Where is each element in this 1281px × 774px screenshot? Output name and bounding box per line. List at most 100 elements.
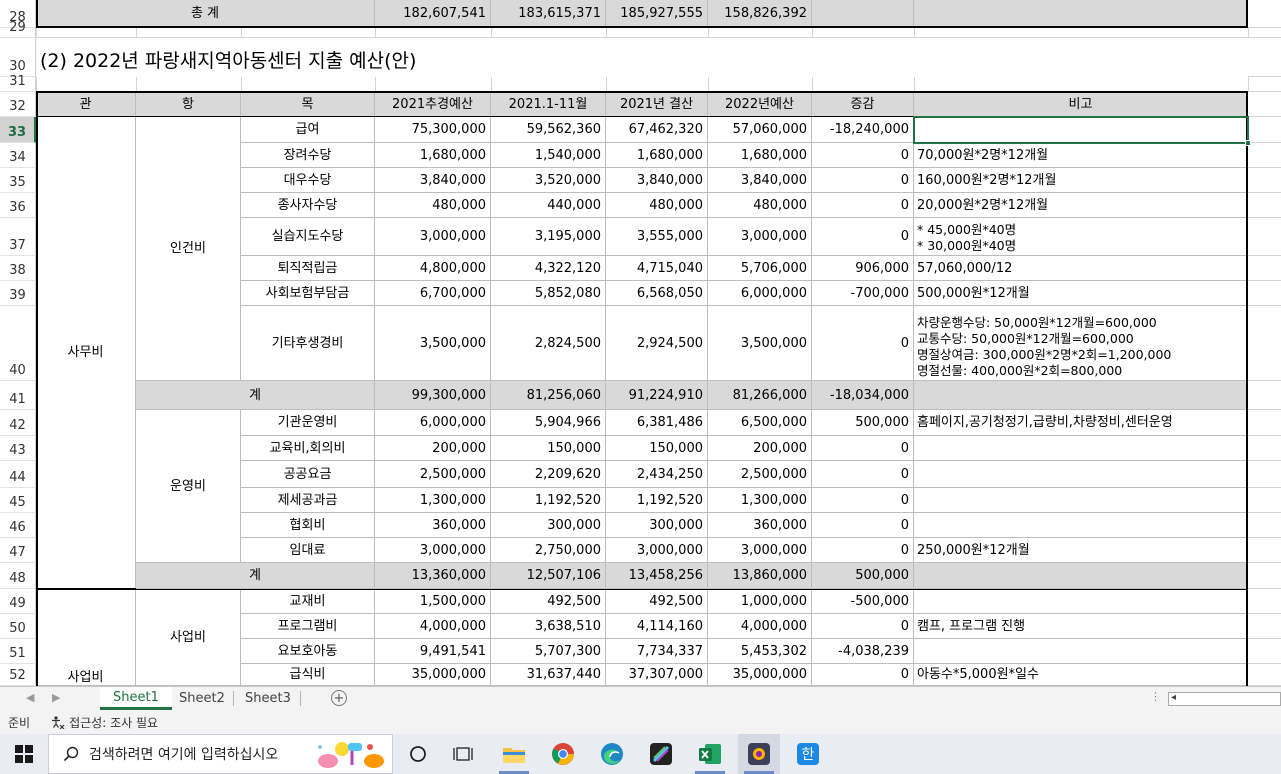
amount-cell[interactable]: 12,507,106 bbox=[491, 563, 606, 589]
amount-cell[interactable]: 3,638,510 bbox=[491, 614, 606, 639]
row-header[interactable]: 50 bbox=[0, 614, 36, 639]
amount-cell[interactable]: 906,000 bbox=[812, 256, 914, 281]
viewer-app-icon[interactable] bbox=[738, 734, 780, 774]
tab-sheet1[interactable]: Sheet1 bbox=[100, 687, 172, 710]
tab-sheet3[interactable]: Sheet3 bbox=[232, 687, 304, 710]
note-cell[interactable] bbox=[914, 381, 1248, 410]
amount-cell[interactable]: 150,000 bbox=[491, 436, 606, 461]
note-cell[interactable]: 홈페이지,공기청정기,급량비,차량정비,센터운영 bbox=[914, 410, 1248, 436]
amount-cell[interactable]: 7,734,337 bbox=[606, 639, 708, 664]
amount-cell[interactable]: 2,500,000 bbox=[375, 461, 491, 488]
amount-cell[interactable]: 6,568,050 bbox=[606, 281, 708, 306]
mok-cell[interactable]: 임대료 bbox=[241, 538, 375, 563]
mok-cell[interactable]: 기관운영비 bbox=[241, 410, 375, 436]
selected-cell[interactable] bbox=[913, 116, 1249, 144]
amount-cell[interactable]: 150,000 bbox=[606, 436, 708, 461]
amount-cell[interactable]: 3,520,000 bbox=[491, 168, 606, 193]
total-value[interactable]: 183,615,371 bbox=[491, 0, 606, 28]
amount-cell[interactable]: 5,453,302 bbox=[708, 639, 812, 664]
amount-cell[interactable]: 500,000 bbox=[812, 410, 914, 436]
windows-start-icon[interactable] bbox=[0, 734, 48, 774]
mok-cell[interactable]: 종사자수당 bbox=[241, 193, 375, 218]
amount-cell[interactable]: 1,680,000 bbox=[606, 143, 708, 168]
amount-cell[interactable]: 0 bbox=[812, 306, 914, 381]
column-header[interactable]: 목 bbox=[241, 92, 375, 117]
amount-cell[interactable]: 3,000,000 bbox=[375, 538, 491, 563]
amount-cell[interactable]: 2,434,250 bbox=[606, 461, 708, 488]
amount-cell[interactable]: 99,300,000 bbox=[375, 381, 491, 410]
amount-cell[interactable]: -500,000 bbox=[812, 589, 914, 614]
task-view-icon[interactable] bbox=[443, 734, 483, 774]
amount-cell[interactable]: 3,000,000 bbox=[708, 218, 812, 256]
amount-cell[interactable]: 3,840,000 bbox=[606, 168, 708, 193]
amount-cell[interactable]: 13,458,256 bbox=[606, 563, 708, 589]
amount-cell[interactable]: 492,500 bbox=[606, 589, 708, 614]
mok-cell[interactable]: 공공요금 bbox=[241, 461, 375, 488]
tab-next-icon[interactable]: ▶ bbox=[52, 691, 60, 704]
row-header[interactable]: 30 bbox=[0, 38, 36, 77]
row-header[interactable]: 47 bbox=[0, 538, 36, 563]
row-header[interactable]: 38 bbox=[0, 256, 36, 281]
note-cell[interactable] bbox=[914, 639, 1248, 664]
row-header[interactable]: 43 bbox=[0, 436, 36, 461]
amount-cell[interactable]: 4,000,000 bbox=[708, 614, 812, 639]
amount-cell[interactable]: 3,195,000 bbox=[491, 218, 606, 256]
amount-cell[interactable]: 5,904,966 bbox=[491, 410, 606, 436]
row-header[interactable]: 40 bbox=[0, 306, 36, 381]
amount-cell[interactable]: 35,000,000 bbox=[708, 664, 812, 686]
amount-cell[interactable]: 480,000 bbox=[708, 193, 812, 218]
mok-cell[interactable]: 요보호아동 bbox=[241, 639, 375, 664]
amount-cell[interactable]: 4,000,000 bbox=[375, 614, 491, 639]
amount-cell[interactable]: 6,000,000 bbox=[375, 410, 491, 436]
total-value[interactable]: 185,927,555 bbox=[606, 0, 708, 28]
tab-sheet2[interactable]: Sheet2 bbox=[166, 687, 238, 710]
amount-cell[interactable]: 500,000 bbox=[812, 563, 914, 589]
note-cell[interactable]: 아동수*5,000원*일수 bbox=[914, 664, 1248, 686]
note-cell[interactable] bbox=[914, 436, 1248, 461]
amount-cell[interactable]: 200,000 bbox=[375, 436, 491, 461]
amount-cell[interactable]: 0 bbox=[812, 461, 914, 488]
amount-cell[interactable]: 81,266,000 bbox=[708, 381, 812, 410]
amount-cell[interactable]: 360,000 bbox=[375, 513, 491, 538]
amount-cell[interactable]: 0 bbox=[812, 538, 914, 563]
amount-cell[interactable]: 1,540,000 bbox=[491, 143, 606, 168]
total-value[interactable]: 158,826,392 bbox=[708, 0, 812, 28]
mok-cell[interactable]: 퇴직적립금 bbox=[241, 256, 375, 281]
mok-cell[interactable]: 교재비 bbox=[241, 589, 375, 614]
note-cell[interactable] bbox=[914, 589, 1248, 614]
taskbar-search-box[interactable]: 검색하려면 여기에 입력하십시오 bbox=[48, 734, 393, 774]
amount-cell[interactable]: 3,000,000 bbox=[708, 538, 812, 563]
amount-cell[interactable]: 2,824,500 bbox=[491, 306, 606, 381]
amount-cell[interactable]: 360,000 bbox=[708, 513, 812, 538]
amount-cell[interactable]: 492,500 bbox=[491, 589, 606, 614]
subtotal-label[interactable]: 계 bbox=[136, 563, 375, 589]
amount-cell[interactable]: 5,706,000 bbox=[708, 256, 812, 281]
amount-cell[interactable]: 3,840,000 bbox=[708, 168, 812, 193]
amount-cell[interactable]: 2,750,000 bbox=[491, 538, 606, 563]
row-header[interactable]: 33 bbox=[0, 117, 36, 143]
mok-cell[interactable]: 급식비 bbox=[241, 664, 375, 686]
amount-cell[interactable]: 1,500,000 bbox=[375, 589, 491, 614]
amount-cell[interactable]: -18,034,000 bbox=[812, 381, 914, 410]
row-header[interactable]: 52 bbox=[0, 664, 36, 686]
amount-cell[interactable]: 5,852,080 bbox=[491, 281, 606, 306]
note-cell[interactable]: 500,000원*12개월 bbox=[914, 281, 1248, 306]
row-header[interactable]: 32 bbox=[0, 92, 36, 117]
mok-cell[interactable]: 협회비 bbox=[241, 513, 375, 538]
amount-cell[interactable]: 81,256,060 bbox=[491, 381, 606, 410]
column-header[interactable]: 2021년 결산 bbox=[606, 92, 708, 117]
mok-cell[interactable]: 프로그램비 bbox=[241, 614, 375, 639]
amount-cell[interactable]: 9,491,541 bbox=[375, 639, 491, 664]
amount-cell[interactable]: 4,800,000 bbox=[375, 256, 491, 281]
amount-cell[interactable]: 4,322,120 bbox=[491, 256, 606, 281]
amount-cell[interactable]: 13,360,000 bbox=[375, 563, 491, 589]
amount-cell[interactable]: 1,192,520 bbox=[606, 488, 708, 513]
row-header[interactable]: 37 bbox=[0, 218, 36, 256]
amount-cell[interactable]: 3,840,000 bbox=[375, 168, 491, 193]
amount-cell[interactable]: 0 bbox=[812, 614, 914, 639]
amount-cell[interactable]: 0 bbox=[812, 193, 914, 218]
row-header[interactable]: 42 bbox=[0, 410, 36, 436]
row-header[interactable]: 51 bbox=[0, 639, 36, 664]
amount-cell[interactable]: 0 bbox=[812, 143, 914, 168]
row-header[interactable]: 36 bbox=[0, 193, 36, 218]
